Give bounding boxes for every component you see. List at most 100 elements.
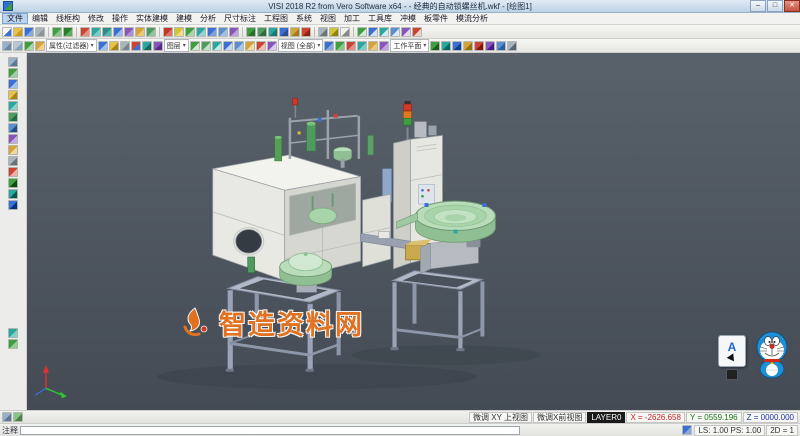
line-icon[interactable]	[91, 27, 101, 37]
select-chain-icon[interactable]	[24, 41, 34, 51]
menu-item-15[interactable]: 冲模	[396, 13, 420, 24]
layer-dropdown[interactable]: 图层 ▾	[164, 39, 189, 52]
view-orientation-widget[interactable]: A	[718, 335, 746, 367]
menu-item-7[interactable]: 建模	[172, 13, 196, 24]
open-file-icon[interactable]	[13, 27, 23, 37]
shell-icon[interactable]	[279, 27, 289, 37]
fillet-icon[interactable]	[146, 27, 156, 37]
menu-item-13[interactable]: 加工	[340, 13, 364, 24]
boolean-subtract-icon[interactable]	[301, 27, 311, 37]
shaded-mode-icon[interactable]	[8, 112, 18, 122]
attribute-filter-dropdown[interactable]: 属性(过滤器) ▾	[46, 39, 97, 52]
print-icon[interactable]	[35, 27, 45, 37]
sweep-icon[interactable]	[268, 27, 278, 37]
coordinate-mode-icon[interactable]	[682, 425, 692, 435]
linetype-icon[interactable]	[142, 41, 152, 51]
view-prev-icon[interactable]	[245, 41, 255, 51]
view-rotate-icon[interactable]	[234, 41, 244, 51]
save-icon[interactable]	[24, 27, 34, 37]
menu-item-1[interactable]: 文件	[2, 13, 28, 24]
viewport-3d[interactable]: 智造资料网 A	[27, 53, 800, 410]
menu-item-10[interactable]: 工程图	[260, 13, 292, 24]
maximize-button[interactable]: □	[767, 0, 783, 12]
offset-icon[interactable]	[185, 27, 195, 37]
toolpath-icon[interactable]	[441, 41, 451, 51]
zoom-window-icon[interactable]	[390, 27, 400, 37]
view-top-icon[interactable]	[190, 41, 200, 51]
origin-icon[interactable]	[8, 339, 18, 349]
group-icon[interactable]	[153, 41, 163, 51]
mirror-icon[interactable]	[196, 27, 206, 37]
polyline-icon[interactable]	[102, 27, 112, 37]
boolean-union-icon[interactable]	[290, 27, 300, 37]
menu-item-8[interactable]: 分析	[196, 13, 220, 24]
grid-toggle-icon[interactable]	[8, 156, 18, 166]
workplane-yz-icon[interactable]	[346, 41, 356, 51]
wireframe-view-icon[interactable]	[368, 27, 378, 37]
menu-item-17[interactable]: 模流分析	[452, 13, 492, 24]
rotate-icon[interactable]	[218, 27, 228, 37]
workplane-face-icon[interactable]	[368, 41, 378, 51]
shaded-view-icon[interactable]	[357, 27, 367, 37]
workplane-3pt-icon[interactable]	[357, 41, 367, 51]
menu-item-16[interactable]: 板零件	[420, 13, 452, 24]
workplane-dropdown[interactable]: 工作平面 ▾	[390, 39, 429, 52]
minimize-button[interactable]: –	[750, 0, 766, 12]
select-tool-icon[interactable]	[8, 57, 18, 67]
machining-icon[interactable]	[430, 41, 440, 51]
workplane-xy-icon[interactable]	[324, 41, 334, 51]
extrude-icon[interactable]	[246, 27, 256, 37]
wireframe-mode-icon[interactable]	[8, 101, 18, 111]
analysis-icon[interactable]	[496, 41, 506, 51]
measure-panel-icon[interactable]	[8, 167, 18, 177]
arc-icon[interactable]	[124, 27, 134, 37]
views-panel-icon[interactable]	[8, 123, 18, 133]
view-side-icon[interactable]	[212, 41, 222, 51]
grid-status-icon[interactable]	[13, 412, 23, 422]
layer-on-icon[interactable]	[109, 41, 119, 51]
point-icon[interactable]	[80, 27, 90, 37]
simulate-icon[interactable]	[452, 41, 462, 51]
mini-tool-icon[interactable]	[726, 369, 738, 380]
section-tool-icon[interactable]	[8, 178, 18, 188]
menu-item-11[interactable]: 系统	[292, 13, 316, 24]
move-icon[interactable]	[207, 27, 217, 37]
workplane-xz-icon[interactable]	[335, 41, 345, 51]
layers-panel-icon[interactable]	[8, 90, 18, 100]
menu-item-9[interactable]: 尺寸标注	[220, 13, 260, 24]
snap-toggle-icon[interactable]	[8, 145, 18, 155]
extend-icon[interactable]	[174, 27, 184, 37]
snap-status-icon[interactable]	[2, 412, 12, 422]
view-dropdown[interactable]: 视图 (全部) ▾	[278, 39, 324, 52]
view-iso-icon[interactable]	[223, 41, 233, 51]
rectangle-icon[interactable]	[135, 27, 145, 37]
circle-icon[interactable]	[113, 27, 123, 37]
ucs-icon[interactable]	[8, 328, 18, 338]
zoom-fit-icon[interactable]	[379, 27, 389, 37]
workplane-panel-icon[interactable]	[8, 134, 18, 144]
view-front-icon[interactable]	[201, 41, 211, 51]
new-file-icon[interactable]	[2, 27, 12, 37]
redo-icon[interactable]	[63, 27, 73, 37]
command-input[interactable]	[20, 426, 520, 435]
pan-view-icon[interactable]	[401, 27, 411, 37]
color-icon[interactable]	[131, 41, 141, 51]
report-icon[interactable]	[507, 41, 517, 51]
rotate-view-icon[interactable]	[412, 27, 422, 37]
select-icon[interactable]	[2, 41, 12, 51]
undo-icon[interactable]	[52, 27, 62, 37]
menu-item-6[interactable]: 实体建模	[132, 13, 172, 24]
copy-icon[interactable]	[229, 27, 239, 37]
menu-item-4[interactable]: 修改	[84, 13, 108, 24]
menu-item-2[interactable]: 编辑	[28, 13, 52, 24]
menu-item-5[interactable]: 操作	[108, 13, 132, 24]
electrode-icon[interactable]	[485, 41, 495, 51]
isolate-tool-icon[interactable]	[8, 200, 18, 210]
layer-manager-icon[interactable]	[98, 41, 108, 51]
trim-icon[interactable]	[163, 27, 173, 37]
mold-icon[interactable]	[474, 41, 484, 51]
view-dynamic-icon[interactable]	[256, 41, 266, 51]
hide-tool-icon[interactable]	[8, 189, 18, 199]
revolve-icon[interactable]	[257, 27, 267, 37]
layer-indicator[interactable]: LAYER0	[587, 412, 625, 423]
